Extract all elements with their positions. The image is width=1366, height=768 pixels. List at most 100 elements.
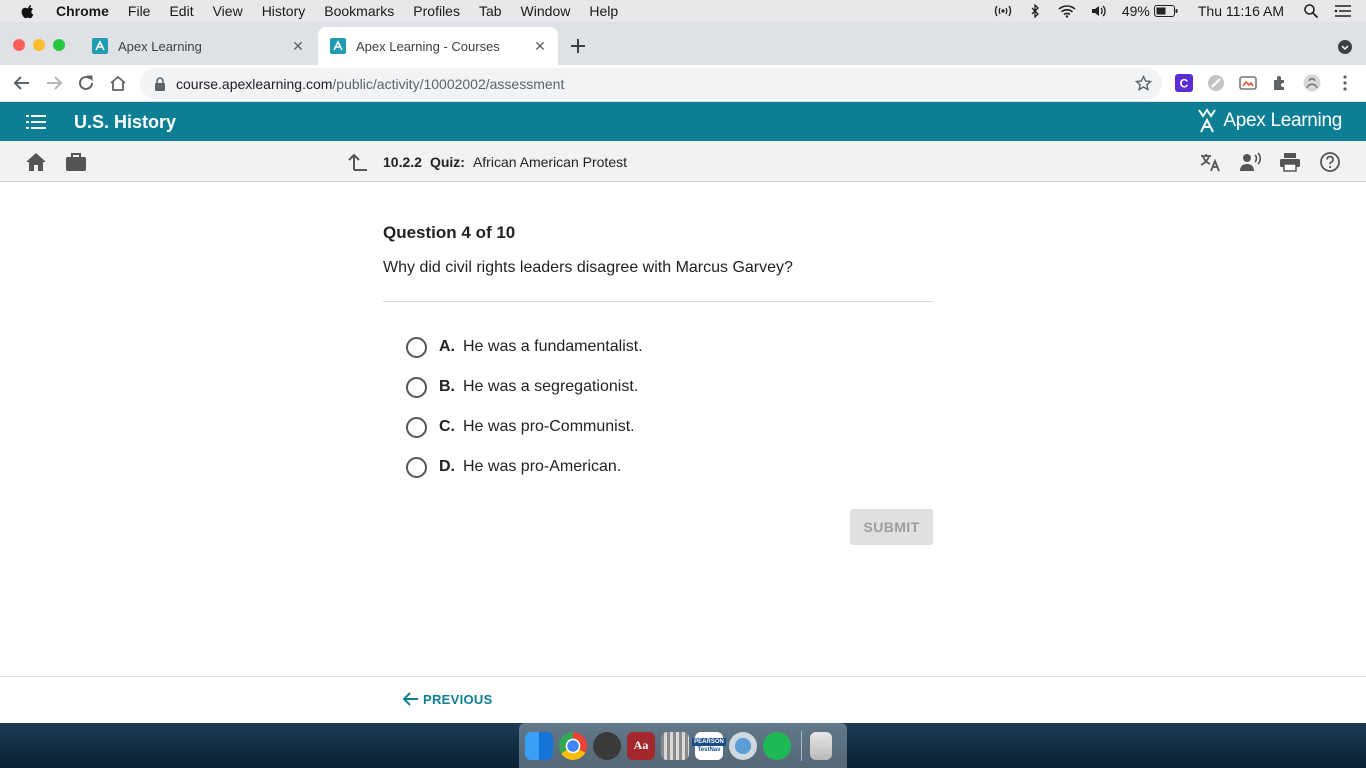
spotify-icon[interactable] — [763, 731, 791, 760]
menu-app-chrome[interactable]: Chrome — [56, 3, 109, 19]
tab-apex-learning-courses[interactable]: Apex Learning - Courses ✕ — [318, 27, 558, 65]
tab-title: Apex Learning - Courses — [356, 38, 500, 54]
svg-text:C: C — [1180, 77, 1189, 91]
tab-title: Apex Learning — [118, 38, 202, 54]
choice-letter: D. — [439, 458, 455, 475]
activity-footer: PREVIOUS — [0, 676, 1366, 723]
lock-icon[interactable] — [154, 76, 166, 91]
launchpad-rocket-icon[interactable] — [593, 731, 621, 760]
menu-profiles[interactable]: Profiles — [413, 3, 460, 19]
macos-dock: Aa PEARSON TestNav — [519, 723, 847, 768]
extension-c-icon[interactable]: C — [1175, 74, 1193, 92]
radio-button[interactable] — [406, 456, 427, 478]
choice-letter: A. — [439, 338, 455, 355]
radio-button[interactable] — [406, 416, 427, 438]
testnav-icon[interactable]: PEARSON TestNav — [692, 731, 726, 760]
home-icon[interactable] — [25, 152, 47, 172]
activity-type: Quiz: — [429, 154, 465, 170]
previous-label: PREVIOUS — [423, 691, 493, 707]
battery-icon[interactable] — [1153, 4, 1178, 18]
answer-choices: A. He was a fundamentalist. B. He was a … — [406, 327, 643, 487]
menu-file[interactable]: File — [128, 3, 151, 19]
battery-percent: 49% — [1121, 3, 1150, 19]
activity-title: African American Protest — [472, 154, 627, 170]
choice-text: He was pro-Communist. — [463, 418, 635, 435]
breadcrumb: 10.2.2 Quiz: African American Protest — [383, 154, 627, 170]
new-tab-plus-icon[interactable] — [568, 36, 588, 56]
activity-number: 10.2.2 — [383, 154, 422, 170]
menu-edit[interactable]: Edit — [169, 3, 193, 19]
menu-tab[interactable]: Tab — [479, 3, 502, 19]
menu-help[interactable]: Help — [589, 3, 618, 19]
briefcase-icon[interactable] — [65, 152, 87, 172]
chrome-icon[interactable] — [559, 731, 587, 760]
radio-button[interactable] — [406, 376, 427, 398]
radio-button[interactable] — [406, 336, 427, 358]
airplay-audio-icon[interactable] — [994, 4, 1012, 18]
network-radar-icon[interactable] — [729, 731, 757, 760]
url-path: /public/activity/10002002/assessment — [332, 75, 565, 92]
trash-icon[interactable] — [810, 731, 832, 760]
previous-button[interactable]: PREVIOUS — [403, 691, 493, 707]
forward-arrow-icon[interactable] — [45, 74, 63, 92]
quiz-content: Question 4 of 10 Why did civil rights le… — [0, 182, 1366, 676]
help-icon[interactable] — [1319, 152, 1341, 172]
apex-learning-logo: Apex Learning — [1195, 108, 1342, 134]
text-to-speech-icon[interactable] — [1239, 152, 1261, 172]
answer-choice-a[interactable]: A. He was a fundamentalist. — [406, 327, 643, 367]
home-icon[interactable] — [109, 74, 127, 92]
choice-text: He was a fundamentalist. — [463, 338, 643, 355]
question-counter: Question 4 of 10 — [383, 223, 516, 242]
question-divider — [383, 301, 933, 302]
back-arrow-icon[interactable] — [13, 74, 31, 92]
submit-button[interactable]: SUBMIT — [850, 509, 933, 545]
calculator-icon[interactable] — [661, 731, 689, 760]
translate-icon[interactable] — [1199, 152, 1221, 172]
bluetooth-icon[interactable] — [1026, 4, 1044, 18]
menu-bookmarks[interactable]: Bookmarks — [324, 3, 394, 19]
answer-choice-b[interactable]: B. He was a segregationist. — [406, 367, 643, 407]
control-center-icon[interactable] — [1334, 4, 1352, 18]
extensions-puzzle-icon[interactable] — [1271, 74, 1289, 92]
choice-text: He was pro-American. — [463, 458, 622, 475]
clock[interactable]: Thu 11:16 AM — [1198, 3, 1284, 19]
tab-close-icon[interactable]: ✕ — [532, 38, 548, 54]
answer-choice-d[interactable]: D. He was pro-American. — [406, 447, 643, 487]
chrome-toolbar: course.apexlearning.com/public/activity/… — [0, 65, 1366, 102]
choice-text: He was a segregationist. — [463, 378, 639, 395]
bookmark-star-icon[interactable] — [1135, 75, 1152, 92]
tab-close-icon[interactable]: ✕ — [290, 38, 306, 54]
address-bar[interactable]: course.apexlearning.com/public/activity/… — [140, 68, 1162, 99]
apex-course-header: U.S. History Apex Learning — [0, 102, 1366, 141]
chrome-menu-kebab-icon[interactable] — [1336, 74, 1354, 92]
testnav-label-top: PEARSON — [692, 737, 726, 746]
dictionary-icon[interactable]: Aa — [627, 731, 655, 760]
menu-window[interactable]: Window — [521, 3, 571, 19]
print-icon[interactable] — [1279, 152, 1301, 172]
profile-avatar-icon[interactable] — [1303, 74, 1321, 92]
extension-screen-icon[interactable] — [1239, 74, 1257, 92]
reload-icon[interactable] — [77, 74, 95, 92]
course-menu-icon[interactable] — [26, 114, 46, 130]
testnav-label-bottom: TestNav — [697, 746, 721, 753]
zoom-window-button[interactable] — [53, 39, 65, 51]
menu-history[interactable]: History — [262, 3, 306, 19]
close-window-button[interactable] — [13, 39, 25, 51]
apex-logo-icon — [1198, 108, 1217, 133]
tab-search-chevron-icon[interactable] — [1338, 40, 1352, 54]
activity-toolbar: 10.2.2 Quiz: African American Protest — [0, 141, 1366, 182]
extension-grey-circle-icon[interactable] — [1207, 74, 1225, 92]
tab-apex-learning[interactable]: Apex Learning ✕ — [80, 27, 316, 65]
apex-favicon-icon — [92, 38, 108, 54]
question-text: Why did civil rights leaders disagree wi… — [383, 259, 793, 276]
spotlight-search-icon[interactable] — [1302, 4, 1320, 18]
answer-choice-c[interactable]: C. He was pro-Communist. — [406, 407, 643, 447]
wifi-icon[interactable] — [1058, 4, 1076, 18]
menu-view[interactable]: View — [213, 3, 243, 19]
macos-menubar: Chrome File Edit View History Bookmarks … — [0, 0, 1366, 22]
minimize-window-button[interactable] — [33, 39, 45, 51]
finder-icon[interactable] — [525, 731, 553, 760]
volume-icon[interactable] — [1090, 4, 1108, 18]
apple-icon[interactable] — [20, 3, 36, 19]
up-level-arrow-icon[interactable] — [347, 152, 369, 172]
